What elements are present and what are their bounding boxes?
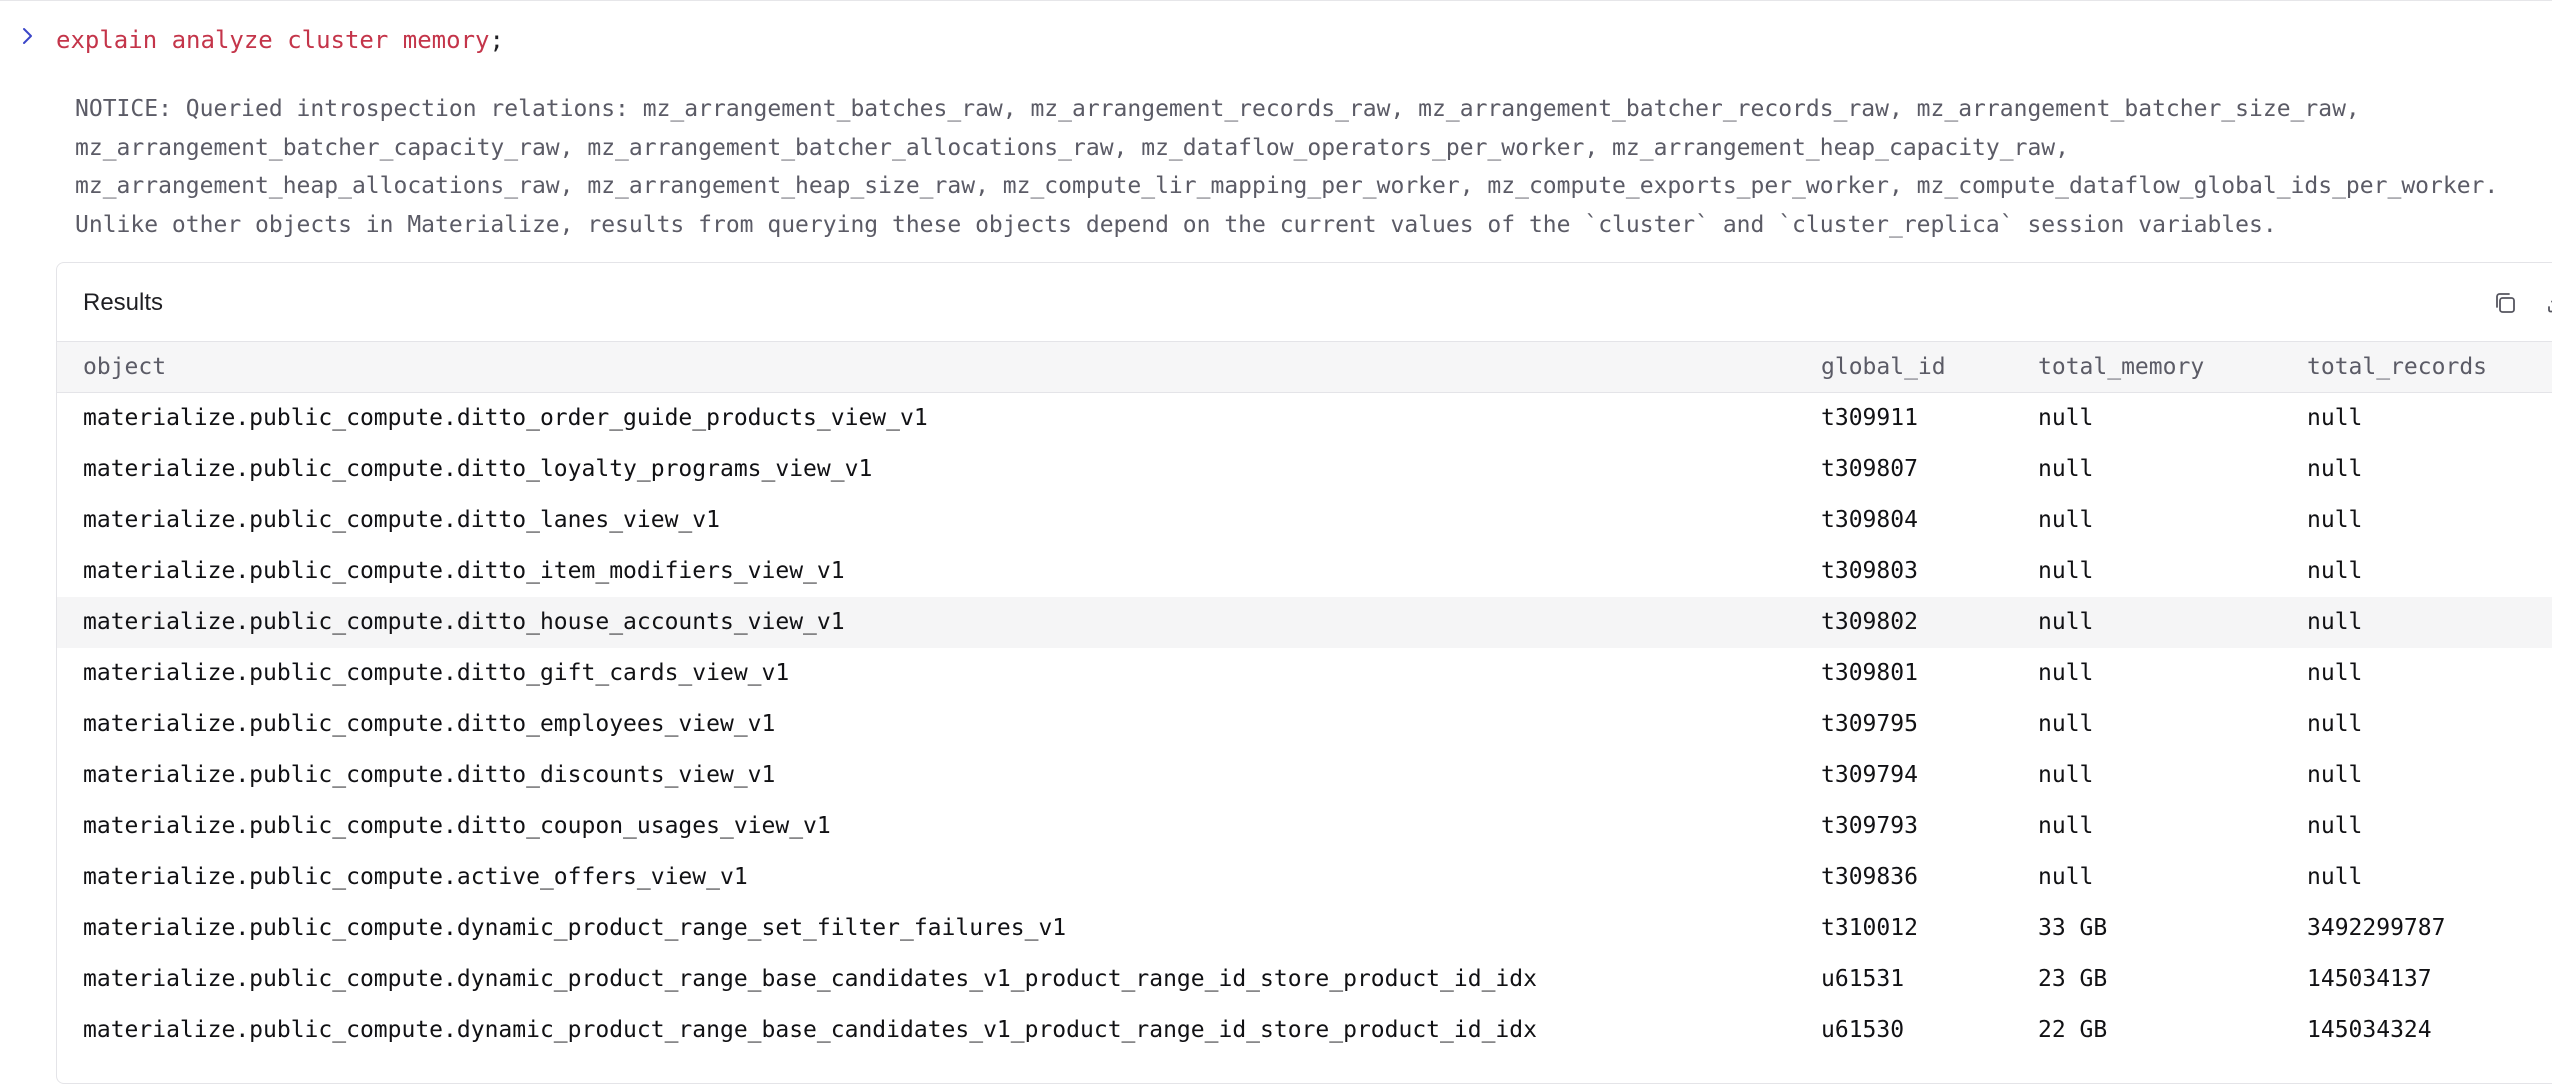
results-header: Results (57, 263, 2552, 341)
cell-global-id: t309795 (1821, 711, 1918, 737)
top-divider (0, 0, 2552, 1)
table-body: materialize.public_compute.ditto_order_g… (57, 393, 2552, 1056)
cell-object: materialize.public_compute.dynamic_produ… (83, 915, 1067, 941)
cell-global-id: t309802 (1821, 609, 1918, 635)
cell-total-records: null (2307, 864, 2363, 890)
cell-total-memory: 22 GB (2038, 1017, 2108, 1043)
cell-total-memory: null (2038, 711, 2094, 737)
cell-global-id: t309836 (1821, 864, 1918, 890)
cell-global-id: u61531 (1821, 966, 1905, 992)
chevron-right-icon[interactable] (18, 26, 38, 46)
cell-global-id: u61530 (1821, 1017, 1905, 1043)
cell-total-records: null (2307, 813, 2363, 839)
table-row[interactable]: materialize.public_compute.ditto_loyalty… (57, 444, 2552, 495)
table-row[interactable]: materialize.public_compute.ditto_order_g… (57, 393, 2552, 444)
download-button[interactable] (2541, 287, 2552, 319)
cell-object: materialize.public_compute.ditto_employe… (83, 711, 776, 737)
cell-total-records: null (2307, 711, 2363, 737)
query-text: explain analyze cluster memory (56, 26, 490, 54)
table-row[interactable]: materialize.public_compute.dynamic_produ… (57, 903, 2552, 954)
cell-global-id: t309794 (1821, 762, 1918, 788)
cell-object: materialize.public_compute.ditto_gift_ca… (83, 660, 790, 686)
table-row[interactable]: materialize.public_compute.active_offers… (57, 852, 2552, 903)
table-row[interactable]: materialize.public_compute.ditto_discoun… (57, 750, 2552, 801)
cell-object: materialize.public_compute.ditto_loyalty… (83, 456, 873, 482)
cell-total-records: null (2307, 558, 2363, 584)
cell-object: materialize.public_compute.ditto_coupon_… (83, 813, 831, 839)
cell-object: materialize.public_compute.dynamic_produ… (83, 966, 1537, 992)
cell-total-records: null (2307, 456, 2363, 482)
cell-total-memory: null (2038, 405, 2094, 431)
cell-total-memory: null (2038, 762, 2094, 788)
cell-total-records: null (2307, 762, 2363, 788)
cell-global-id: t309801 (1821, 660, 1918, 686)
cell-total-memory: 23 GB (2038, 966, 2108, 992)
cell-total-records: 145034324 (2307, 1017, 2432, 1043)
cell-total-records: null (2307, 507, 2363, 533)
query-terminator: ; (489, 26, 504, 54)
column-header-object[interactable]: object (83, 342, 166, 392)
table-row[interactable]: materialize.public_compute.ditto_house_a… (57, 597, 2552, 648)
cell-total-records: null (2307, 609, 2363, 635)
cell-object: materialize.public_compute.ditto_lanes_v… (83, 507, 720, 533)
download-icon (2548, 300, 2552, 313)
cell-total-memory: null (2038, 456, 2094, 482)
results-title: Results (83, 289, 164, 316)
results-panel: Results object global_id total_memory to… (56, 262, 2552, 1084)
cell-total-records: 3492299787 (2307, 915, 2446, 941)
cell-global-id: t310012 (1821, 915, 1918, 941)
table-row[interactable]: materialize.public_compute.ditto_coupon_… (57, 801, 2552, 852)
cell-total-memory: null (2038, 813, 2094, 839)
cell-global-id: t309807 (1821, 456, 1918, 482)
cell-total-memory: null (2038, 660, 2094, 686)
table-row[interactable]: materialize.public_compute.ditto_gift_ca… (57, 648, 2552, 699)
sql-query[interactable]: explain analyze cluster memory; (56, 24, 504, 56)
cell-object: materialize.public_compute.ditto_item_mo… (83, 558, 845, 584)
table-header: object global_id total_memory total_reco… (57, 341, 2552, 393)
column-header-total-memory[interactable]: total_memory (2038, 342, 2204, 392)
cell-total-records: 145034137 (2307, 966, 2432, 992)
cell-total-memory: null (2038, 864, 2094, 890)
cell-object: materialize.public_compute.ditto_order_g… (83, 405, 928, 431)
column-header-total-records[interactable]: total_records (2307, 342, 2487, 392)
cell-object: materialize.public_compute.ditto_discoun… (83, 762, 776, 788)
cell-total-memory: null (2038, 558, 2094, 584)
cell-total-memory: null (2038, 609, 2094, 635)
cell-total-memory: 33 GB (2038, 915, 2108, 941)
cell-object: materialize.public_compute.active_offers… (83, 864, 748, 890)
column-header-global-id[interactable]: global_id (1821, 342, 1946, 392)
cell-global-id: t309803 (1821, 558, 1918, 584)
table-row[interactable]: materialize.public_compute.ditto_employe… (57, 699, 2552, 750)
copy-icon (2496, 293, 2515, 313)
table-row[interactable]: materialize.public_compute.ditto_item_mo… (57, 546, 2552, 597)
cell-global-id: t309804 (1821, 507, 1918, 533)
cell-global-id: t309911 (1821, 405, 1918, 431)
cell-total-memory: null (2038, 507, 2094, 533)
notice-message: NOTICE: Queried introspection relations:… (75, 96, 2513, 238)
table-row[interactable]: materialize.public_compute.dynamic_produ… (57, 1005, 2552, 1056)
table-row[interactable]: materialize.public_compute.ditto_lanes_v… (57, 495, 2552, 546)
cell-object: materialize.public_compute.dynamic_produ… (83, 1017, 1537, 1043)
cell-global-id: t309793 (1821, 813, 1918, 839)
copy-button[interactable] (2489, 287, 2521, 319)
cell-total-records: null (2307, 660, 2363, 686)
table-row[interactable]: materialize.public_compute.dynamic_produ… (57, 954, 2552, 1005)
cell-object: materialize.public_compute.ditto_house_a… (83, 609, 845, 635)
cell-total-records: null (2307, 405, 2363, 431)
